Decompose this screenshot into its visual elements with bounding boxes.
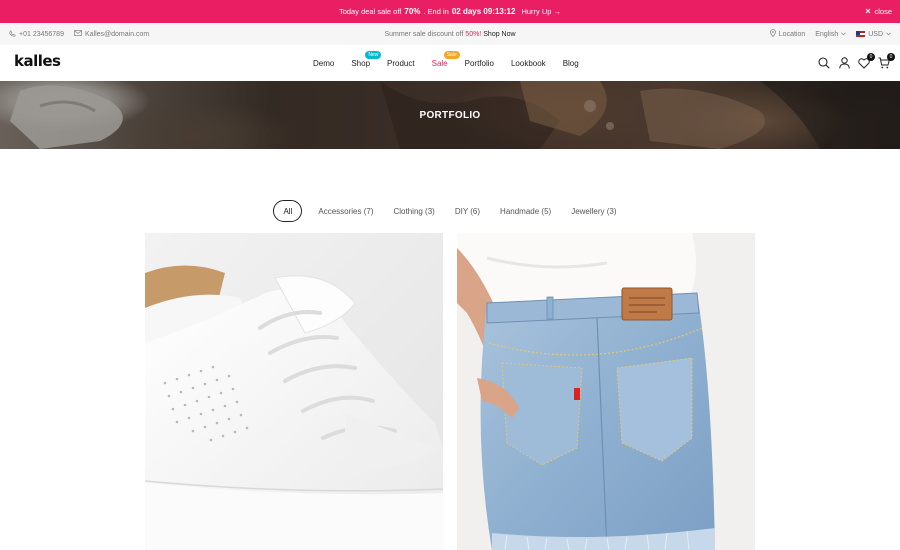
language-label: English xyxy=(815,30,839,38)
phone-contact[interactable]: +01 23456789 xyxy=(9,29,64,39)
chevron-down-icon xyxy=(841,31,847,38)
nav-item-portfolio[interactable]: Portfolio xyxy=(465,45,494,81)
promo-close-label: close xyxy=(874,7,892,16)
main-nav: Demo Shop New Product Sale Sale Portfoli… xyxy=(313,45,596,81)
site-logo[interactable]: kalles xyxy=(14,52,61,70)
announcement-percent: 50%! xyxy=(465,30,482,38)
promo-message: Today deal sale off 70% . End in 02 days… xyxy=(0,0,900,23)
location-link[interactable]: Location xyxy=(769,29,806,39)
sale-badge: Sale xyxy=(443,51,460,59)
location-pin-icon xyxy=(769,29,776,39)
filter-jewellery[interactable]: Jewellery (3) xyxy=(561,200,626,222)
account-icon[interactable] xyxy=(838,57,850,69)
nav-label: Shop xyxy=(351,58,371,68)
nav-item-shop[interactable]: Shop New xyxy=(351,45,382,81)
cart-icon[interactable]: 0 xyxy=(878,53,895,69)
phone-number: +01 23456789 xyxy=(19,30,64,38)
search-icon[interactable] xyxy=(818,57,830,69)
nav-label: Sale xyxy=(431,58,448,68)
currency-selector[interactable]: USD xyxy=(856,31,891,38)
promo-bar: Today deal sale off 70% . End in 02 days… xyxy=(0,0,900,23)
nav-item-product[interactable]: Product xyxy=(387,45,415,81)
top-info-bar: +01 23456789 Kalles@domain.com Summer sa… xyxy=(0,23,900,45)
promo-percent: 70% xyxy=(404,7,421,16)
nav-label: Blog xyxy=(562,58,579,68)
shop-now-link[interactable]: Shop Now xyxy=(483,31,515,38)
announcement-text: Summer sale discount off xyxy=(384,30,464,38)
nav-item-demo[interactable]: Demo xyxy=(313,45,334,81)
nav-item-sale[interactable]: Sale Sale xyxy=(431,45,460,81)
phone-icon xyxy=(9,29,16,39)
page-title: PORTFOLIO xyxy=(419,109,481,121)
filter-diy[interactable]: DIY (6) xyxy=(445,200,490,222)
promo-text-mid: . End in xyxy=(423,7,449,16)
wishlist-icon[interactable]: 0 xyxy=(858,53,875,69)
nav-label: Demo xyxy=(313,58,335,68)
filter-clothing[interactable]: Clothing (3) xyxy=(383,200,444,222)
cart-count: 0 xyxy=(887,53,895,61)
filter-accessories[interactable]: Accessories (7) xyxy=(308,200,383,222)
jeans-image xyxy=(457,233,755,550)
portfolio-filters: All Accessories (7) Clothing (3) DIY (6)… xyxy=(0,200,900,222)
page-banner: PORTFOLIO xyxy=(0,81,900,149)
filter-all[interactable]: All xyxy=(273,200,303,222)
portfolio-item[interactable] xyxy=(145,233,443,550)
new-badge: New xyxy=(365,51,382,59)
us-flag-icon xyxy=(856,31,866,37)
chevron-down-icon xyxy=(886,31,891,38)
close-icon xyxy=(865,7,871,16)
nav-item-blog[interactable]: Blog xyxy=(563,45,579,81)
portfolio-item[interactable] xyxy=(457,233,755,550)
nav-label: Portfolio xyxy=(464,58,494,68)
nav-label: Product xyxy=(387,58,415,68)
sneaker-image xyxy=(145,233,443,550)
email-contact[interactable]: Kalles@domain.com xyxy=(74,30,149,38)
language-selector[interactable]: English xyxy=(815,30,847,38)
nav-item-lookbook[interactable]: Lookbook xyxy=(511,45,546,81)
promo-hurry-link[interactable]: Hurry Up → xyxy=(521,7,561,16)
promo-close-button[interactable]: close xyxy=(865,0,892,23)
promo-text: Today deal sale off xyxy=(338,7,402,16)
location-label: Location xyxy=(778,30,806,38)
filter-handmade[interactable]: Handmade (5) xyxy=(490,200,561,222)
email-address: Kalles@domain.com xyxy=(84,30,150,38)
nav-label: Lookbook xyxy=(510,58,546,68)
mail-icon xyxy=(74,30,82,38)
promo-countdown: 02 days 09:13:12 xyxy=(451,7,516,16)
site-header: kalles Demo Shop New Product Sale Sale P… xyxy=(0,45,900,81)
wishlist-count: 0 xyxy=(867,53,875,61)
currency-label: USD xyxy=(868,30,883,38)
